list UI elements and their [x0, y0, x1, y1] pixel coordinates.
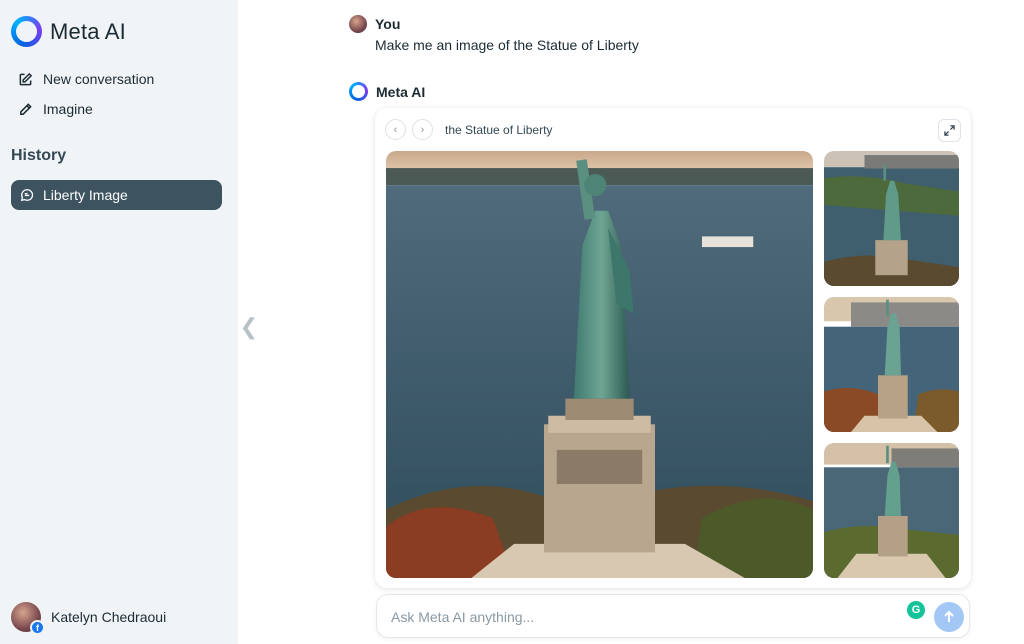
message-input[interactable] [391, 606, 871, 628]
generated-image-thumbnail[interactable] [824, 151, 959, 286]
arrow-up-icon [944, 610, 954, 622]
image-card-title: the Statue of Liberty [445, 122, 553, 137]
generated-image-thumbnail[interactable] [824, 443, 959, 578]
message-composer: G [376, 594, 970, 638]
ai-message-header: Meta AI [349, 82, 425, 101]
history-title: History [11, 147, 67, 164]
image-result-card: ‹ › the Statue of Liberty [375, 108, 971, 588]
meta-ai-avatar-icon [349, 82, 368, 101]
avatar: f [11, 602, 45, 635]
user-name: Katelyn Chedraoui [51, 609, 167, 625]
ai-message-author: Meta AI [376, 83, 426, 100]
generated-image-thumbnail[interactable] [824, 297, 959, 432]
user-message: You Make me an image of the Statue of Li… [349, 15, 639, 53]
brand[interactable]: Meta AI [11, 16, 126, 47]
expand-icon[interactable] [938, 119, 961, 142]
new-conversation-button[interactable]: New conversation [18, 64, 154, 94]
sidebar-nav: New conversation Imagine [18, 64, 154, 124]
user-message-author: You [375, 16, 401, 32]
chat-bubble-icon [20, 189, 34, 202]
sidebar: Meta AI New conversation Imagine History… [0, 0, 238, 644]
history-item-label: Liberty Image [43, 187, 128, 203]
user-avatar [349, 15, 367, 33]
new-conversation-label: New conversation [43, 71, 155, 87]
edit-icon [19, 72, 33, 85]
grammarly-icon[interactable]: G [907, 601, 925, 619]
image-card-toolbar: ‹ › the Statue of Liberty [385, 119, 552, 140]
previous-chevron-icon[interactable]: ‹ [385, 119, 406, 140]
user-message-text: Make me an image of the Statue of Libert… [375, 37, 639, 53]
brand-name: Meta AI [50, 18, 126, 44]
collapse-sidebar-chevron-icon[interactable]: ❮ [240, 313, 258, 341]
next-chevron-icon[interactable]: › [412, 119, 433, 140]
user-profile[interactable]: f Katelyn Chedraoui [11, 602, 167, 635]
imagine-button[interactable]: Imagine [18, 94, 154, 124]
facebook-badge-icon: f [30, 620, 45, 635]
imagine-label: Imagine [43, 101, 93, 117]
history-item-liberty-image[interactable]: Liberty Image [11, 180, 222, 210]
send-button[interactable] [934, 602, 964, 632]
generated-image-main[interactable] [386, 151, 813, 578]
pencil-icon [20, 102, 32, 115]
meta-ai-logo-icon [11, 16, 42, 47]
